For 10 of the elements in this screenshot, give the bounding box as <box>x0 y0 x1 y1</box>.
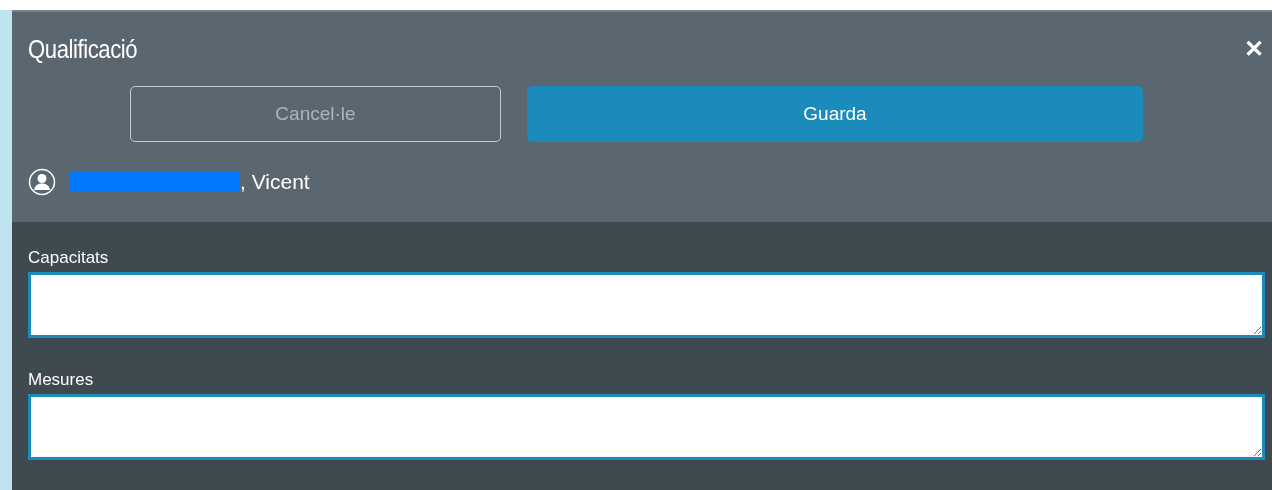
dialog-title: Qualificació <box>28 33 138 65</box>
field-label: Mesures <box>28 370 95 390</box>
cancel-button[interactable]: Cancel·le <box>130 86 501 142</box>
text-area[interactable] <box>28 394 1265 460</box>
user-name: , Vicent <box>240 170 310 194</box>
field-label: Capacitats <box>28 248 110 268</box>
close-button[interactable]: ✕ <box>1244 37 1264 61</box>
user-icon <box>28 168 56 196</box>
text-area[interactable] <box>28 272 1265 338</box>
save-button[interactable]: Guarda <box>527 86 1143 142</box>
